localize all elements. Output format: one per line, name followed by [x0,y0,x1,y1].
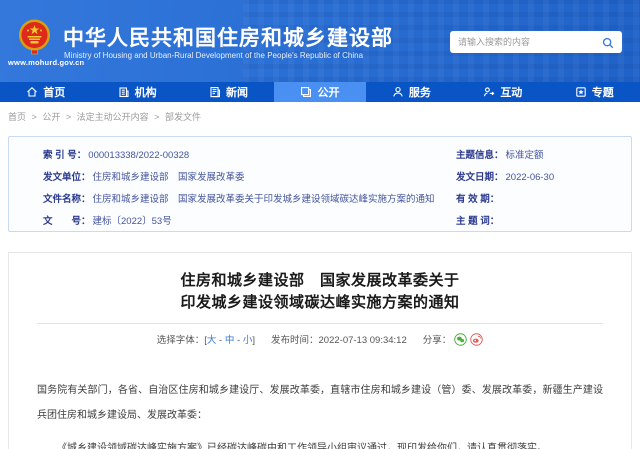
publish-time-value: 2022-07-13 09:34:12 [319,335,407,346]
site-title-chinese: 中华人民共和国住房和城乡建设部 [63,22,393,52]
nav-item-home[interactable]: 首页 [0,82,91,102]
meta-row-validity-period: 有 效 期： [456,193,501,207]
news-icon [209,86,221,98]
interaction-icon [483,86,495,98]
nav-item-news[interactable]: 新闻 [183,82,274,102]
font-size-small-button[interactable]: 小 [243,335,253,346]
nav-item-label: 新闻 [226,84,248,100]
article-title-line1: 住房和城乡建设部 国家发展改革委关于 [9,270,631,292]
breadcrumb-item-statutory-content[interactable]: 法定主动公开内容 [77,112,149,122]
bracket: ] [252,335,255,346]
service-icon [392,86,404,98]
article-paragraph: 《城乡建设领域碳达峰实施方案》已经碳达峰碳中和工作领导小组审议通过，现印发给你们… [37,436,603,449]
nav-item-organization[interactable]: 机构 [91,82,182,102]
meta-row-document-name: 文件名称：住房和城乡建设部 国家发展改革委关于印发城乡建设领域碳达峰实施方案的通… [43,193,435,207]
weibo-share-icon[interactable] [470,333,483,346]
main-nav: 首页 机构 新闻 公开 服务 [0,82,640,102]
nav-item-label: 首页 [43,84,65,100]
font-size-large-button[interactable]: 大 [207,335,217,346]
meta-row-issuing-unit: 发文单位：住房和城乡建设部 国家发展改革委 [43,171,245,185]
wechat-share-icon[interactable] [454,333,467,346]
article-title-line2: 印发城乡建设领域碳达峰实施方案的通知 [9,292,631,314]
meta-label: 发文日期： [456,172,504,183]
article-body: 国务院有关部门，各省、自治区住房和城乡建设厅、发展改革委，直辖市住房和城乡建设（… [37,378,603,449]
nav-item-label: 专题 [592,84,614,100]
national-emblem-logo [18,19,51,56]
nav-item-disclosure[interactable]: 公开 [274,82,365,102]
nav-item-service[interactable]: 服务 [366,82,457,102]
special-topic-icon [575,86,587,98]
title-divider [37,323,603,324]
meta-value: 000013338/2022-00328 [88,150,189,161]
share-label: 分享： [423,335,452,346]
search-input[interactable] [458,37,602,47]
breadcrumb-separator: > [154,112,159,122]
nav-item-label: 公开 [317,84,339,100]
search-icon[interactable] [602,36,614,48]
separator: - [234,335,242,346]
separator: - [216,335,224,346]
nav-item-interaction[interactable]: 互动 [457,82,548,102]
breadcrumb: 首页 > 公开 > 法定主动公开内容 > 部发文件 [8,110,201,123]
site-search [450,31,622,53]
font-size-label: 选择字体： [157,335,205,346]
meta-value: 2022-06-30 [506,172,555,183]
meta-value: 标准定额 [506,150,544,161]
document-metadata-panel: 索 引 号：000013338/2022-00328 发文单位：住房和城乡建设部… [8,136,632,232]
meta-label: 文件名称： [43,194,91,205]
meta-label: 文 号： [43,216,91,227]
meta-label: 主题信息： [456,150,504,161]
meta-value: 住房和城乡建设部 国家发展改革委 [93,172,245,183]
meta-label: 索 引 号： [43,150,86,161]
article-toolbar: 选择字体：[大 - 中 - 小]发布时间：2022-07-13 09:34:12… [9,332,631,346]
meta-label: 有 效 期： [456,194,499,205]
breadcrumb-separator: > [66,112,71,122]
meta-row-document-number: 文 号：建标〔2022〕53号 [43,215,172,229]
breadcrumb-item-home[interactable]: 首页 [8,112,26,122]
article-title: 住房和城乡建设部 国家发展改革委关于 印发城乡建设领域碳达峰实施方案的通知 [9,270,631,314]
breadcrumb-item-disclosure[interactable]: 公开 [42,112,60,122]
site-title-english: Ministry of Housing and Urban-Rural Deve… [64,51,363,60]
article-paragraph: 国务院有关部门，各省、自治区住房和城乡建设厅、发展改革委，直辖市住房和城乡建设（… [37,378,603,428]
meta-row-index-number: 索 引 号：000013338/2022-00328 [43,149,189,163]
nav-item-label: 机构 [135,84,157,100]
breadcrumb-item-ministry-documents[interactable]: 部发文件 [165,112,201,122]
page: www.mohurd.gov.cn 中华人民共和国住房和城乡建设部 Minist… [0,0,640,449]
publish-time-label: 发布时间： [271,335,319,346]
disclosure-icon [300,86,312,98]
meta-row-issue-date: 发文日期：2022-06-30 [456,171,554,185]
meta-label: 主 题 词： [456,216,499,227]
meta-value: 住房和城乡建设部 国家发展改革委关于印发城乡建设领域碳达峰实施方案的通知 [93,194,435,205]
breadcrumb-separator: > [32,112,37,122]
home-icon [26,86,38,98]
meta-row-topic-info: 主题信息：标准定额 [456,149,544,163]
font-size-medium-button[interactable]: 中 [225,335,235,346]
article-panel: 住房和城乡建设部 国家发展改革委关于 印发城乡建设领域碳达峰实施方案的通知 选择… [8,252,632,449]
nav-item-label: 服务 [409,84,431,100]
meta-row-subject-words: 主 题 词： [456,215,501,229]
nav-item-label: 互动 [500,84,522,100]
site-header: www.mohurd.gov.cn 中华人民共和国住房和城乡建设部 Minist… [0,0,640,82]
nav-item-special-topic[interactable]: 专题 [549,82,640,102]
meta-label: 发文单位： [43,172,91,183]
meta-value: 建标〔2022〕53号 [93,216,172,227]
organization-icon [118,86,130,98]
